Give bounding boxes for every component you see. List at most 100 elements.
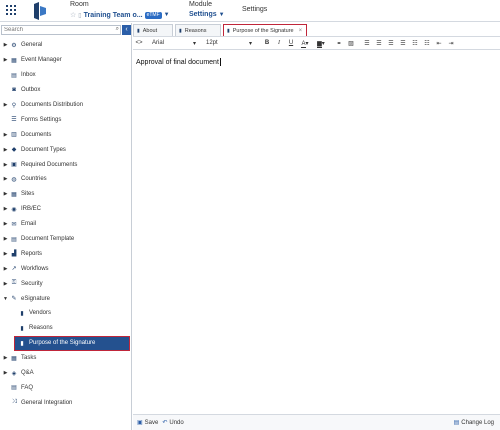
change-log-button[interactable]: ▤ Change Log xyxy=(454,419,494,427)
sidebar-item-document-template[interactable]: ▶ ▤ Document Template xyxy=(0,232,131,247)
integration-icon: ⤨ xyxy=(11,399,17,406)
font-color-icon[interactable]: A▾ xyxy=(297,40,313,48)
expand-arrow-icon[interactable]: ▶ xyxy=(1,221,10,227)
align-center-icon[interactable]: ☰ xyxy=(373,40,385,47)
sidebar-item-documents[interactable]: ▶ ▥ Documents xyxy=(0,127,131,142)
chevron-down-icon[interactable]: ▼ xyxy=(164,12,170,18)
outdent-icon[interactable]: ⇤ xyxy=(433,40,445,47)
align-right-icon[interactable]: ☰ xyxy=(385,40,397,47)
chevron-down-icon[interactable]: ▼ xyxy=(219,12,225,18)
tab-reasons[interactable]: ▮ Reasons xyxy=(175,24,221,36)
sidebar-item-purpose-of-signature[interactable]: ▮ Purpose of the Signature xyxy=(14,335,130,351)
save-icon: ▣ xyxy=(137,420,143,426)
align-justify-icon[interactable]: ☰ xyxy=(397,40,409,47)
sidebar-item-label: Reasons xyxy=(29,325,53,332)
sidebar-item-general[interactable]: ▶ ⚙ General xyxy=(0,38,131,53)
sidebar-item-label: FAQ xyxy=(21,384,34,391)
align-left-icon[interactable]: ☰ xyxy=(361,40,373,47)
tasks-icon: ▦ xyxy=(11,355,17,362)
sidebar-item-documents-distribution[interactable]: ▶ ⚲ Documents Distribution xyxy=(0,98,131,113)
inbox-icon: ▤ xyxy=(11,72,17,79)
save-label: Save xyxy=(144,419,159,426)
link-icon[interactable]: ⚭ xyxy=(333,40,345,47)
numbered-list-icon[interactable]: ☷ xyxy=(421,40,433,47)
tab-label: Purpose of the Signature xyxy=(232,27,294,34)
image-icon[interactable]: ▨ xyxy=(345,40,357,47)
search-icon[interactable]: ⌕ xyxy=(116,26,119,33)
sidebar-item-tasks[interactable]: ▶ ▦ Tasks xyxy=(0,351,131,366)
sidebar-item-email[interactable]: ▶ ✉ Email xyxy=(0,217,131,232)
sidebar-item-document-types[interactable]: ▶ ◆ Document Types xyxy=(0,142,131,157)
indent-icon[interactable]: ⇥ xyxy=(445,40,457,47)
sidebar-item-inbox[interactable]: ▤ Inbox xyxy=(0,68,131,83)
save-button[interactable]: ▣ Save xyxy=(137,419,159,427)
sidebar-item-label: Documents Distribution xyxy=(21,102,84,108)
expand-arrow-icon[interactable]: ▶ xyxy=(1,162,10,168)
expand-arrow-icon[interactable]: ▶ xyxy=(1,370,10,376)
module-name[interactable]: Settings xyxy=(189,11,217,18)
highlight-color-icon[interactable]: ▆▾ xyxy=(313,40,329,48)
expand-arrow-icon[interactable]: ▶ xyxy=(1,42,10,48)
search-box[interactable]: ⌕ xyxy=(1,25,121,35)
sidebar-item-label: Tasks xyxy=(21,355,37,362)
expand-arrow-icon[interactable]: ▶ xyxy=(1,236,10,242)
underline-icon[interactable]: U xyxy=(285,40,297,46)
italic-icon[interactable]: I xyxy=(273,40,285,46)
sidebar-item-outbox[interactable]: ◙ Outbox xyxy=(0,83,131,98)
expand-arrow-icon[interactable]: ▶ xyxy=(1,355,10,361)
expand-arrow-icon[interactable]: ▶ xyxy=(1,281,10,287)
room-name[interactable]: Training Team o... xyxy=(84,12,143,19)
source-code-icon[interactable]: <> xyxy=(133,40,145,46)
collapse-arrow-icon[interactable]: ▼ xyxy=(1,296,10,302)
expand-arrow-icon[interactable]: ▶ xyxy=(1,191,10,197)
sidebar-item-general-integration[interactable]: ⤨ General Integration xyxy=(0,395,131,410)
sidebar-item-forms-settings[interactable]: ☰ Forms Settings xyxy=(0,112,131,127)
sidebar-item-faq[interactable]: ▤ FAQ xyxy=(0,380,131,395)
expand-arrow-icon[interactable]: ▶ xyxy=(1,251,10,257)
sidebar-item-required-documents[interactable]: ▶ ▣ Required Documents xyxy=(0,157,131,172)
font-size-value: 12pt xyxy=(206,40,218,46)
star-icon[interactable]: ☆ xyxy=(70,11,76,19)
expand-arrow-icon[interactable]: ▶ xyxy=(1,102,10,108)
search-input[interactable] xyxy=(2,26,112,34)
room-label: Room xyxy=(70,1,89,8)
site-icon: ▦ xyxy=(11,191,17,198)
apps-grid-icon[interactable] xyxy=(6,5,18,17)
sidebar-item-event-manager[interactable]: ▶ ▦ Event Manager xyxy=(0,53,131,68)
sidebar: ⌕ ‹ ▶ ⚙ General ▶ ▦ Event Manager ▤ Inbo… xyxy=(0,23,132,430)
expand-arrow-icon[interactable]: ▶ xyxy=(1,206,10,212)
sidebar-item-label: Required Documents xyxy=(21,161,78,168)
collapse-sidebar-button[interactable]: ‹ xyxy=(122,25,131,35)
rich-text-editor[interactable]: Approval of final document xyxy=(133,51,500,413)
sidebar-item-esignature[interactable]: ▼ ✎ eSignature xyxy=(0,291,131,306)
expand-arrow-icon[interactable]: ▶ xyxy=(1,147,10,153)
sidebar-item-reasons[interactable]: ▮ Reasons xyxy=(0,321,131,336)
close-icon[interactable]: × xyxy=(299,28,303,34)
sidebar-item-label: General xyxy=(21,42,43,49)
font-family-select[interactable]: Arial ▾ xyxy=(149,38,199,48)
sidebar-item-sites[interactable]: ▶ ▦ Sites xyxy=(0,187,131,202)
tab-purpose-of-signature[interactable]: ▮ Purpose of the Signature × xyxy=(223,24,307,36)
undo-button[interactable]: ↶ Undo xyxy=(162,419,183,427)
bold-icon[interactable]: B xyxy=(261,40,273,46)
sidebar-item-irb-ec[interactable]: ▶ ◉ IRB/EC xyxy=(0,202,131,217)
tab-about[interactable]: ▮ About xyxy=(133,24,173,36)
editor-content[interactable]: Approval of final document xyxy=(136,59,219,66)
sidebar-item-reports[interactable]: ▶ ▟ Reports xyxy=(0,246,131,261)
sidebar-item-qa[interactable]: ▶ ◈ Q&A xyxy=(0,366,131,381)
lock-icon: ⚿ xyxy=(11,280,17,287)
sidebar-item-security[interactable]: ▶ ⚿ Security xyxy=(0,276,131,291)
expand-arrow-icon[interactable]: ▶ xyxy=(1,176,10,182)
expand-arrow-icon[interactable]: ▶ xyxy=(1,132,10,138)
irb-icon: ◉ xyxy=(11,206,17,213)
module-selector[interactable]: Module Settings ▼ xyxy=(189,1,229,18)
expand-arrow-icon[interactable]: ▶ xyxy=(1,266,10,272)
sidebar-item-countries[interactable]: ▶ ◍ Countries xyxy=(0,172,131,187)
expand-arrow-icon[interactable]: ▶ xyxy=(1,57,10,63)
font-size-select[interactable]: 12pt ▾ xyxy=(203,38,255,48)
sidebar-item-label: Documents xyxy=(21,131,52,138)
sidebar-item-vendors[interactable]: ▮ Vendors xyxy=(0,306,131,321)
room-selector[interactable]: Room ☆ ▯ Training Team o... eTMF ▼ xyxy=(70,1,178,19)
bullet-list-icon[interactable]: ☷ xyxy=(409,40,421,47)
sidebar-item-workflows[interactable]: ▶ ↗ Workflows xyxy=(0,261,131,276)
